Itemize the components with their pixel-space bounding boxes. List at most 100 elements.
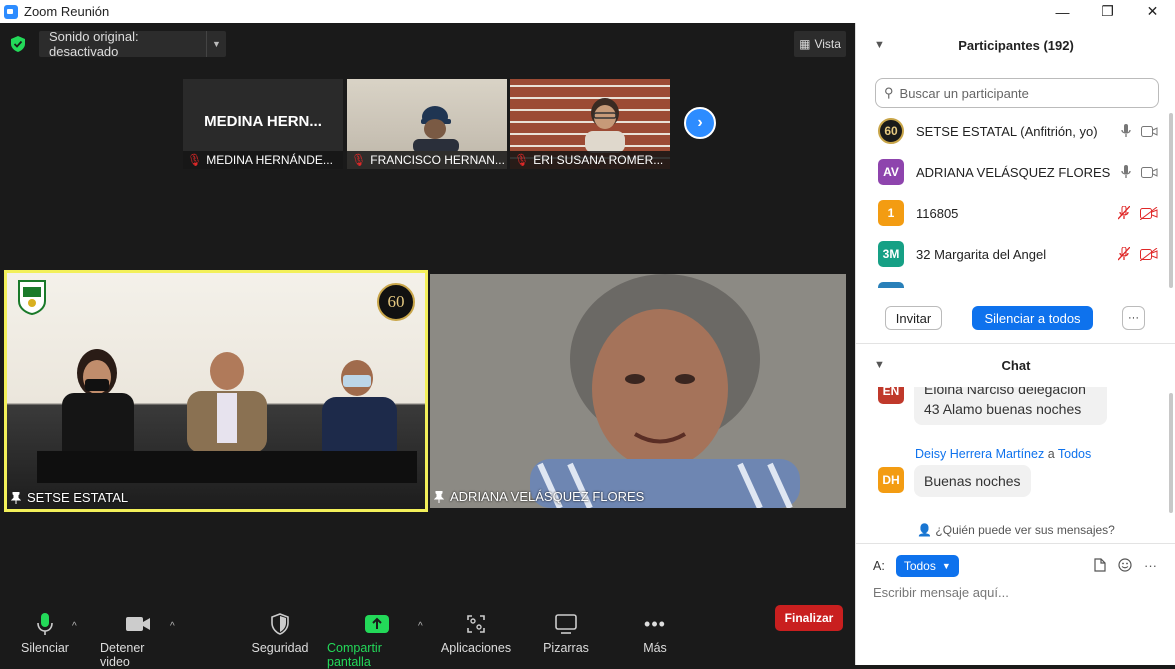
avatar: 1 <box>878 200 904 226</box>
chat-message-text: 43 Alamo buenas noches <box>924 401 1082 417</box>
meeting-area: Sonido original: desactivado ▼ ▦ Vista M… <box>0 23 855 669</box>
chat-message-bubble: Buenas noches <box>914 465 1031 497</box>
avatar: DH <box>878 467 904 493</box>
participant-name: ADRIANA VELÁSQUEZ FLORES <box>916 164 1111 180</box>
invite-button[interactable]: Invitar <box>885 306 942 330</box>
participant-name: ERI SUSANA ROMER... <box>533 153 664 167</box>
video-camera-icon[interactable] <box>1141 166 1158 178</box>
zoom-app-icon <box>4 4 18 19</box>
chat-message-input[interactable]: Escribir mensaje aquí... <box>873 585 1009 600</box>
person-lock-icon: 👤 <box>917 523 933 537</box>
view-label: Vista <box>814 37 841 51</box>
whiteboards-button[interactable]: Pizarras <box>543 611 589 655</box>
avatar: AV <box>878 159 904 185</box>
grid-icon: ▦ <box>799 37 811 51</box>
participant-search-input[interactable]: ⚲ Buscar un participante <box>875 78 1159 108</box>
video-thumbnail[interactable]: 🎙︎ ERI SUSANA ROMER... <box>510 79 670 169</box>
next-page-arrow-icon[interactable]: › <box>684 107 716 139</box>
chat-input-divider <box>856 543 1175 544</box>
chevron-down-icon[interactable]: ▼ <box>206 31 226 57</box>
chat-message-text: Buenas noches <box>924 473 1021 489</box>
share-screen-icon <box>364 611 390 637</box>
video-thumbnail[interactable]: 🎙︎ FRANCISCO HERNAN... <box>347 79 507 169</box>
participant-nametag: SETSE ESTATAL <box>11 490 128 505</box>
video-off-icon[interactable] <box>1140 206 1158 220</box>
view-button[interactable]: ▦ Vista <box>794 31 846 57</box>
chevron-up-icon[interactable]: ^ <box>72 621 77 632</box>
who-can-see-messages[interactable]: 👤 ¿Quién puede ver sus mensajes? <box>856 523 1175 537</box>
apps-label: Aplicaciones <box>440 641 512 655</box>
participant-row[interactable]: 3M 32 Margarita del Angel <box>878 241 1158 267</box>
microphone-muted-icon[interactable] <box>1118 247 1130 261</box>
meeting-toolbar: Silenciar ^ Detener video ^ Seguridad Co… <box>0 603 855 669</box>
chevron-down-icon[interactable]: ▼ <box>874 359 885 371</box>
chevron-up-icon[interactable]: ^ <box>418 621 423 632</box>
microphone-muted-icon[interactable] <box>1118 206 1130 220</box>
participant-name: FRANCISCO HERNAN... <box>370 153 505 167</box>
anniversary-badge-icon: 60 <box>377 283 415 321</box>
more-button[interactable]: ••• Más <box>640 611 670 656</box>
participants-scrollbar[interactable] <box>1169 113 1173 288</box>
video-camera-icon <box>125 611 151 637</box>
mute-label: Silenciar <box>21 641 69 655</box>
participant-nametag: 🎙︎ FRANCISCO HERNAN... <box>347 151 507 169</box>
participant-video-image <box>413 106 459 151</box>
chat-recipient[interactable]: Todos <box>1058 447 1091 461</box>
participant-nametag: 🎙︎ ERI SUSANA ROMER... <box>510 151 670 169</box>
microphone-icon <box>37 611 53 637</box>
chat-sender-name[interactable]: Deisy Herrera Martínez <box>915 447 1044 461</box>
participant-name: SETSE ESTATAL <box>27 490 129 505</box>
original-sound-button[interactable]: Sonido original: desactivado ▼ <box>39 29 226 59</box>
whiteboard-icon <box>555 611 577 637</box>
video-camera-icon[interactable] <box>1141 125 1158 137</box>
participant-row[interactable]: 1 116805 <box>878 200 1158 226</box>
participant-nametag: ADRIANA VELÁSQUEZ FLORES <box>434 489 644 504</box>
shield-check-icon[interactable] <box>11 36 25 52</box>
chevron-up-icon[interactable]: ^ <box>170 621 175 632</box>
participants-more-button[interactable]: ··· <box>1122 306 1145 330</box>
maximize-button[interactable]: ❐ <box>1085 0 1130 23</box>
mute-all-button[interactable]: Silenciar a todos <box>972 306 1093 330</box>
window-controls: — ❐ ✕ <box>1040 0 1175 23</box>
more-dots-icon[interactable]: ··· <box>1144 558 1157 573</box>
avatar: EN <box>878 387 904 404</box>
microphone-icon[interactable] <box>1121 165 1131 179</box>
who-can-see-label: ¿Quién puede ver sus mensajes? <box>935 523 1115 537</box>
end-meeting-button[interactable]: Finalizar <box>775 605 843 631</box>
participant-row[interactable]: 60 SETSE ESTATAL (Anfitrión, yo) <box>878 118 1158 144</box>
video-tile[interactable]: ADRIANA VELÁSQUEZ FLORES <box>430 274 846 508</box>
file-icon[interactable] <box>1094 558 1106 572</box>
participant-nametag: 🎙︎ MEDINA HERNÁNDE... <box>183 151 343 169</box>
shield-icon <box>271 611 289 637</box>
video-tile-active-speaker[interactable]: 60 SETSE ESTATAL <box>4 270 428 512</box>
right-sidebar: ▼ Participantes (192) ⚲ Buscar un partic… <box>855 23 1175 665</box>
participant-search-placeholder: Buscar un participante <box>899 85 1029 101</box>
share-screen-button[interactable]: Compartir pantalla <box>327 611 427 669</box>
microphone-icon[interactable] <box>1121 124 1131 138</box>
chevron-down-icon[interactable]: ▼ <box>874 39 885 51</box>
avatar-partial <box>878 282 904 288</box>
emoji-icon[interactable] <box>1118 558 1132 572</box>
mute-button[interactable]: Silenciar <box>20 611 70 655</box>
apps-button[interactable]: Aplicaciones <box>441 611 511 655</box>
more-dots-icon: ••• <box>644 613 666 634</box>
close-button[interactable]: ✕ <box>1130 0 1175 23</box>
participant-row[interactable]: AV ADRIANA VELÁSQUEZ FLORES <box>878 159 1158 185</box>
pin-icon <box>11 491 21 504</box>
participant-name: ADRIANA VELÁSQUEZ FLORES <box>450 489 645 504</box>
chat-scrollbar[interactable] <box>1169 393 1173 513</box>
participant-video-image <box>585 98 625 153</box>
whiteboards-label: Pizarras <box>543 641 589 655</box>
video-off-icon[interactable] <box>1140 247 1158 261</box>
recipient-dropdown[interactable]: Todos ▼ <box>895 555 959 577</box>
security-button[interactable]: Seguridad <box>252 611 309 655</box>
participant-display-name: MEDINA HERN... <box>204 113 322 130</box>
original-sound-label: Sonido original: desactivado <box>49 29 139 59</box>
participants-header: ▼ Participantes (192) <box>856 23 1175 67</box>
chat-recipient-row: A: Todos ▼ <box>873 555 959 577</box>
stop-video-button[interactable]: Detener video <box>100 611 176 669</box>
participant-video-image <box>37 349 417 483</box>
minimize-button[interactable]: — <box>1040 0 1085 23</box>
video-thumbnail[interactable]: MEDINA HERN... 🎙︎ MEDINA HERNÁNDE... <box>183 79 343 169</box>
mic-muted-icon: 🎙︎ <box>187 153 203 167</box>
